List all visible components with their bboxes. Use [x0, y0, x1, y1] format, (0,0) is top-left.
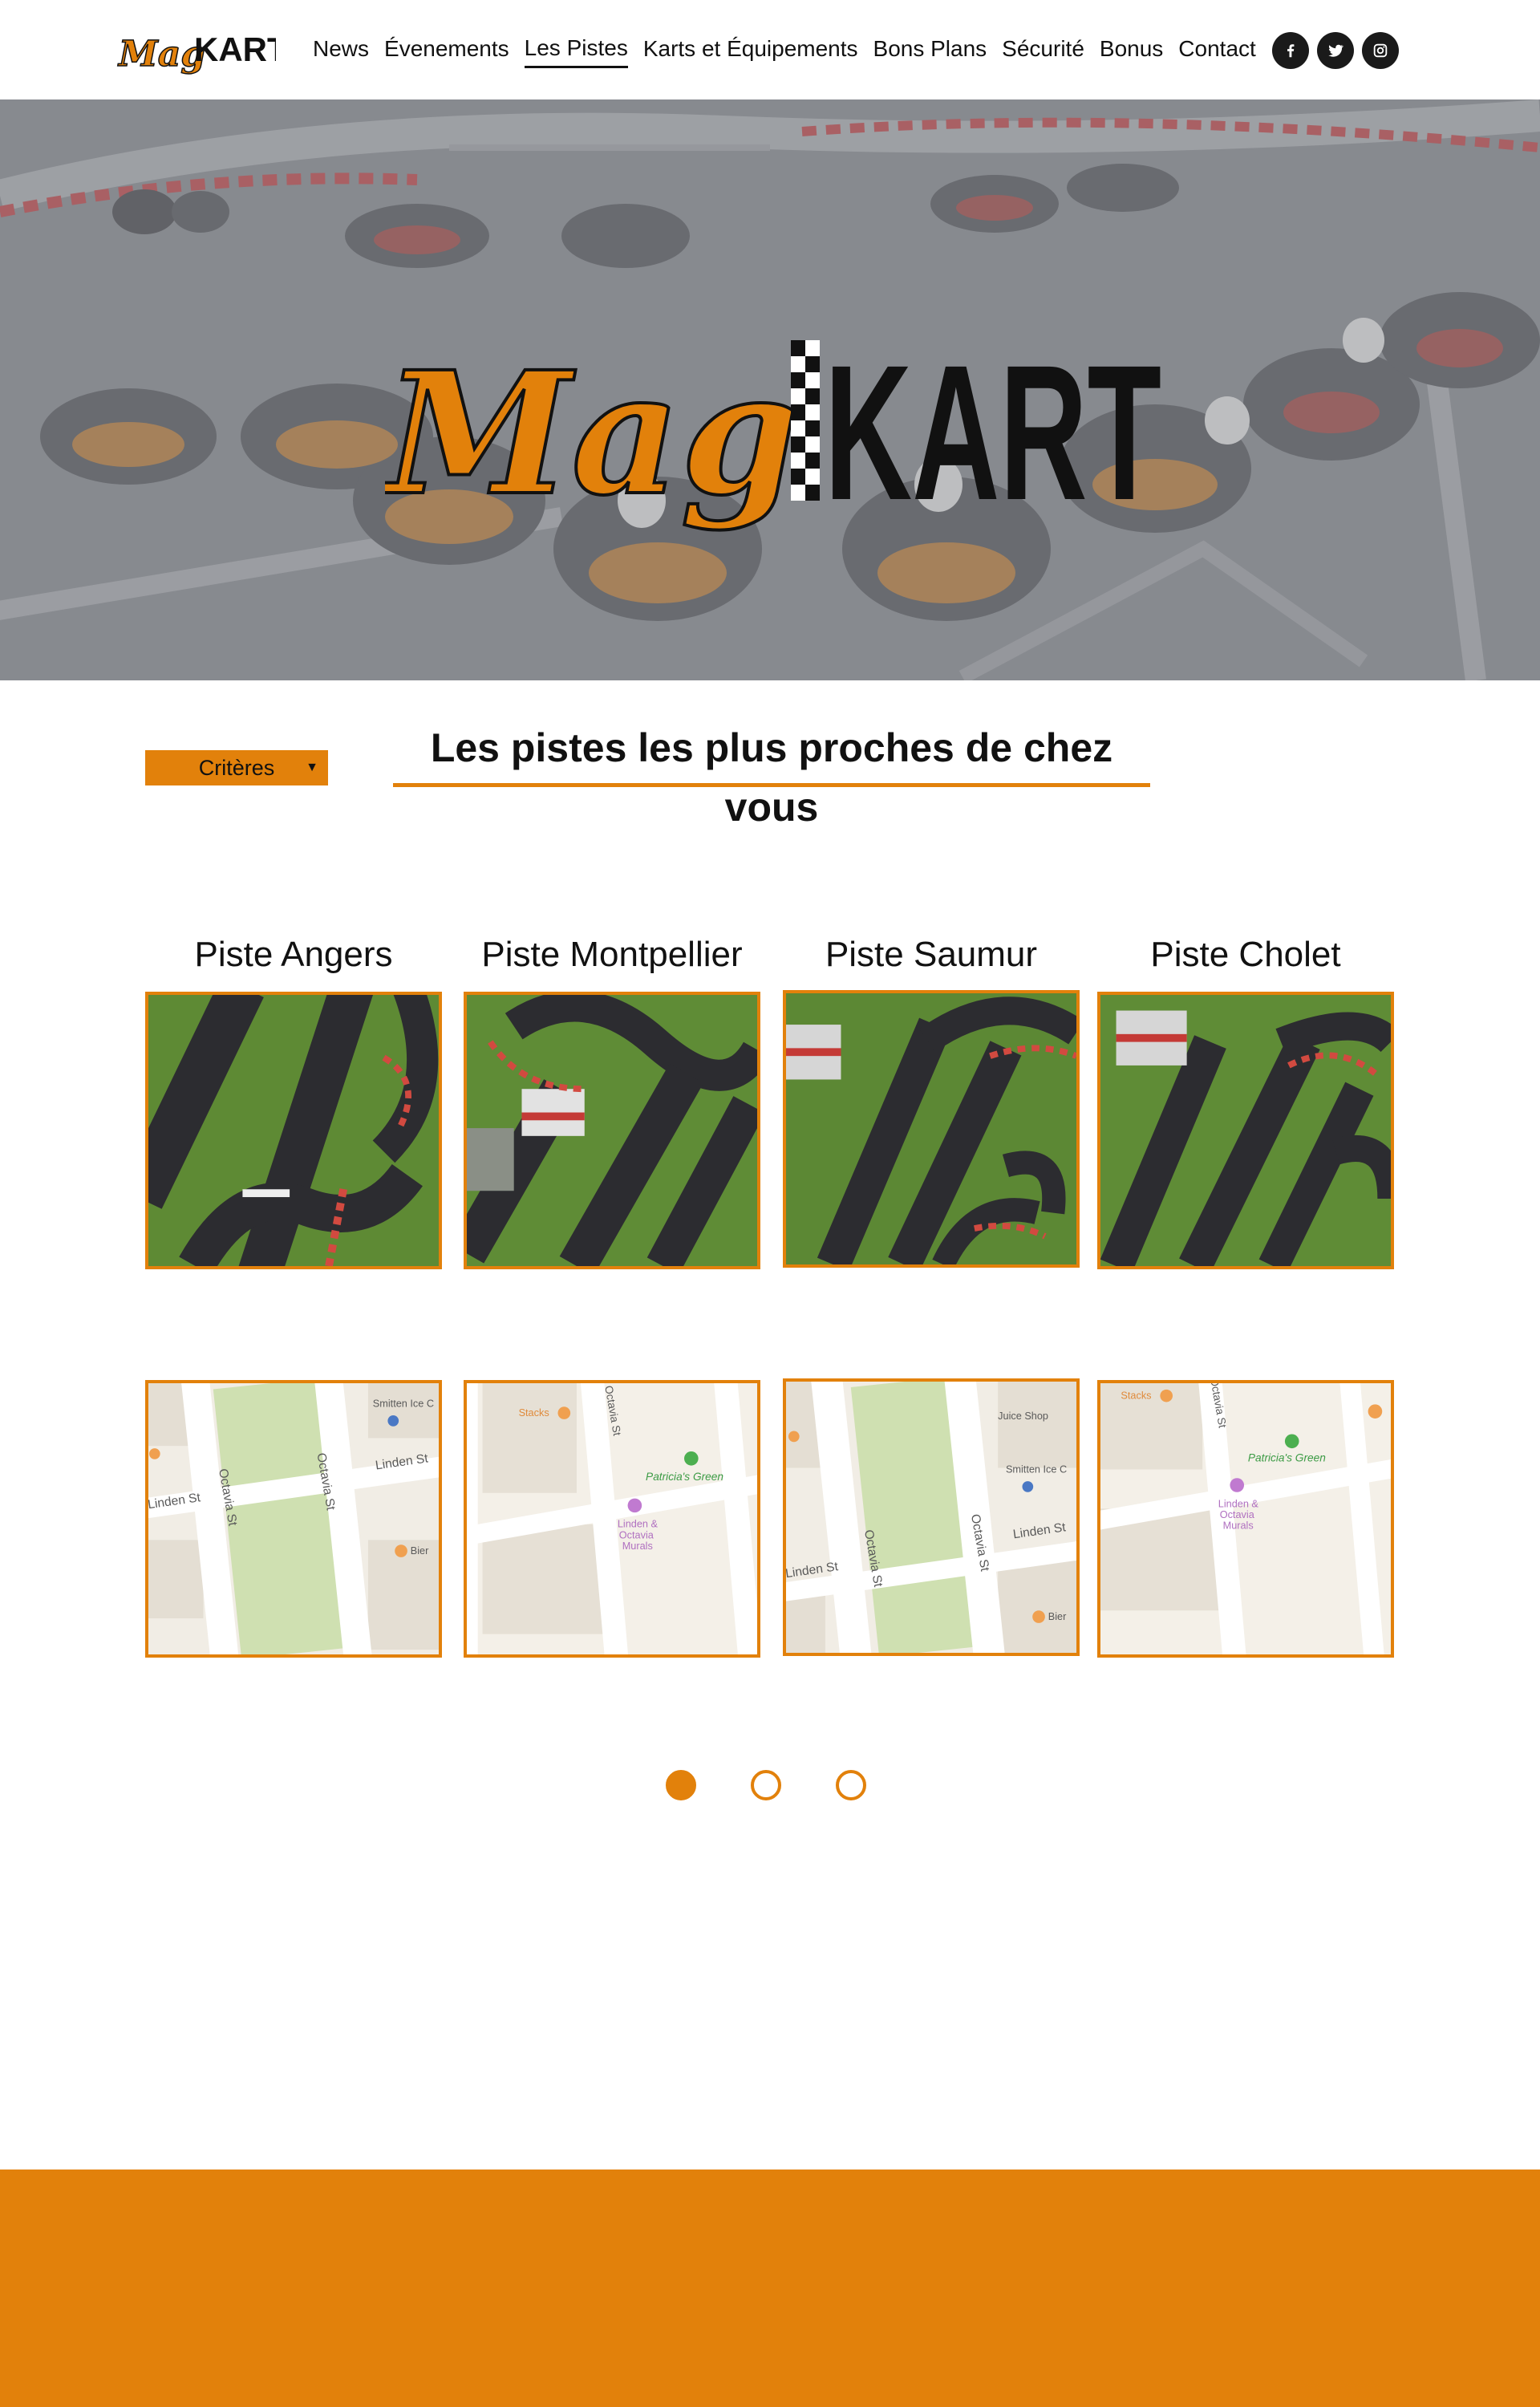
map-poi-label: Stacks — [519, 1407, 549, 1419]
nav-evenements[interactable]: Évenements — [384, 33, 509, 67]
piste-map-angers[interactable]: Octavia St Octavia St Linden St Linden S… — [145, 1380, 442, 1658]
section-title-block: Les pistes les plus proches de chez vous — [393, 718, 1150, 830]
piste-map-montpellier[interactable]: Octavia St Stacks Patricia's Green Linde… — [464, 1380, 760, 1658]
logo-mag-text: Mag — [117, 34, 205, 75]
instagram-icon — [1373, 43, 1388, 58]
hero-logo: Mag KART — [385, 325, 1161, 540]
restaurant-pin-icon — [788, 1431, 800, 1443]
restaurant-pin-icon — [557, 1406, 571, 1419]
facebook-button[interactable] — [1272, 32, 1309, 69]
hero-banner: Mag KART — [0, 99, 1540, 680]
instagram-button[interactable] — [1362, 32, 1399, 69]
map-poi-label: Smitten Ice C — [373, 1398, 434, 1409]
map-poi-label: Juice Shop — [998, 1411, 1048, 1422]
track-aerial-image — [467, 995, 757, 1266]
section-title: Les pistes les plus proches de chez vous — [430, 725, 1113, 830]
facebook-icon — [1287, 44, 1295, 58]
piste-map-saumur[interactable]: Octavia St Octavia St Linden St Linden S… — [783, 1378, 1080, 1656]
chevron-down-icon: ▼ — [306, 761, 318, 774]
map-image: Octavia St Stacks Patricia's Green Linde… — [467, 1383, 757, 1654]
pagination-dot-2[interactable] — [751, 1770, 781, 1800]
park-pin-icon — [684, 1451, 699, 1466]
nav-bons-plans[interactable]: Bons Plans — [873, 33, 987, 67]
nav-securite[interactable]: Sécurité — [1002, 33, 1084, 67]
map-image: Octavia St Octavia St Linden St Linden S… — [148, 1383, 439, 1654]
track-aerial-image — [148, 995, 439, 1266]
piste-name-cholet: Piste Cholet — [1150, 935, 1341, 974]
restaurant-pin-icon — [1032, 1610, 1045, 1623]
criteria-label: Critères — [198, 755, 275, 780]
nav-contact[interactable]: Contact — [1178, 33, 1256, 67]
map-poi-label: Linden & — [618, 1519, 659, 1530]
map-poi-label: Linden & — [1218, 1498, 1259, 1509]
piste-photo-saumur[interactable] — [783, 990, 1080, 1268]
social-links — [1272, 32, 1407, 69]
landmark-pin-icon — [1230, 1478, 1245, 1492]
shop-pin-icon — [387, 1415, 399, 1427]
checkered-flag-strip — [791, 340, 820, 501]
map-poi-label: Octavia — [1220, 1509, 1255, 1520]
piste-photo-cholet[interactable] — [1097, 992, 1394, 1269]
piste-name-angers: Piste Angers — [194, 935, 393, 974]
main-nav: News Évenements Les Pistes Karts et Équi… — [313, 32, 1271, 68]
carousel-pagination — [666, 1770, 921, 1800]
map-image: Octavia St Stacks Patricia's Green Linde… — [1100, 1383, 1391, 1654]
criteria-dropdown[interactable]: Critères ▼ — [145, 750, 328, 785]
hero-logo-kart: KART — [825, 325, 1161, 540]
site-footer — [0, 2170, 1540, 2407]
site-logo[interactable]: Mag KART — [116, 21, 276, 80]
twitter-icon — [1328, 44, 1343, 57]
piste-name-montpellier: Piste Montpellier — [481, 935, 743, 974]
hero-logo-mag: Mag — [385, 335, 798, 533]
pagination-dot-1[interactable] — [666, 1770, 696, 1800]
map-poi-label: Smitten Ice C — [1006, 1463, 1067, 1475]
map-poi-label: Stacks — [1121, 1390, 1151, 1402]
map-poi-label: Patricia's Green — [646, 1471, 723, 1483]
restaurant-pin-icon — [1368, 1404, 1383, 1419]
piste-photo-montpellier[interactable] — [464, 992, 760, 1269]
map-poi-label: Bier — [411, 1545, 429, 1557]
shop-pin-icon — [1022, 1481, 1034, 1492]
nav-les-pistes[interactable]: Les Pistes — [524, 32, 628, 68]
map-poi-label: Murals — [1223, 1520, 1254, 1532]
restaurant-pin-icon — [395, 1544, 407, 1557]
logo-kart-text: KART — [194, 30, 276, 68]
piste-name-saumur: Piste Saumur — [825, 935, 1038, 974]
nav-karts-equipements[interactable]: Karts et Équipements — [643, 33, 858, 67]
map-poi-label: Murals — [622, 1540, 653, 1552]
nav-bonus[interactable]: Bonus — [1100, 33, 1163, 67]
track-aerial-image — [1100, 995, 1391, 1266]
pagination-dot-3[interactable] — [836, 1770, 866, 1800]
nav-news[interactable]: News — [313, 33, 369, 67]
track-aerial-image — [786, 993, 1076, 1264]
twitter-button[interactable] — [1317, 32, 1354, 69]
landmark-pin-icon — [627, 1498, 642, 1513]
piste-map-cholet[interactable]: Octavia St Stacks Patricia's Green Linde… — [1097, 1380, 1394, 1658]
map-poi-label: Bier — [1048, 1611, 1067, 1622]
park-pin-icon — [1284, 1434, 1299, 1449]
site-header: Mag KART News Évenements Les Pistes Kart… — [0, 0, 1540, 99]
piste-photo-angers[interactable] — [145, 992, 442, 1269]
map-poi-label: Octavia — [619, 1529, 654, 1540]
restaurant-pin-icon — [1160, 1389, 1173, 1402]
map-image: Octavia St Octavia St Linden St Linden S… — [786, 1382, 1076, 1653]
map-poi-label: Patricia's Green — [1248, 1452, 1326, 1464]
restaurant-pin-icon — [148, 1448, 160, 1459]
